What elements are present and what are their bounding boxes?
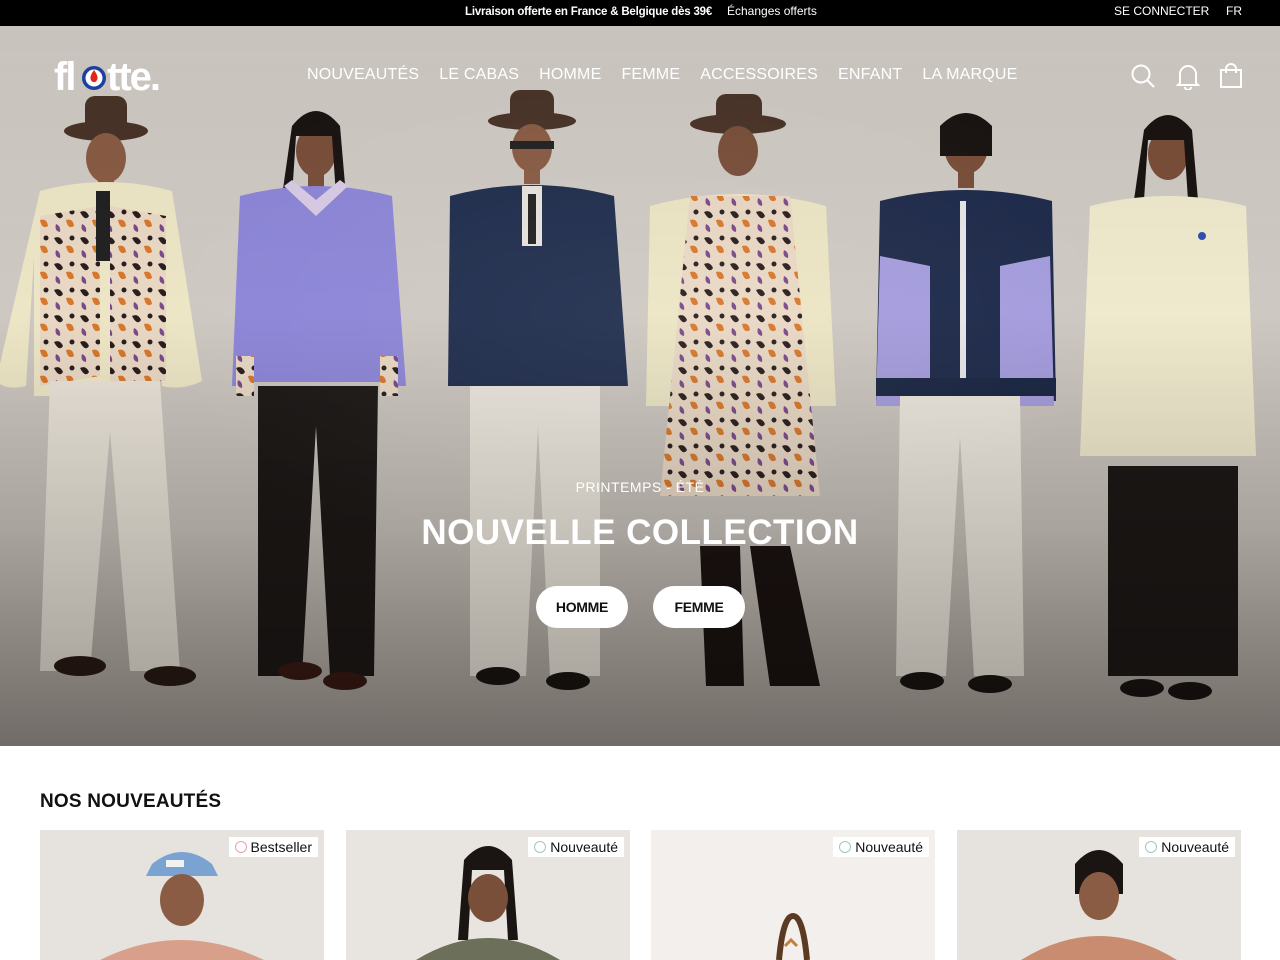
product-badge: Nouveauté [1139, 837, 1235, 857]
nav-le-cabas[interactable]: LE CABAS [439, 66, 519, 84]
svg-text:tte.: tte. [107, 56, 159, 96]
nav-enfant[interactable]: ENFANT [838, 66, 902, 84]
product-card[interactable]: Bestseller [40, 830, 324, 960]
product-badge: Bestseller [228, 837, 318, 857]
hero-banner: fl tte. NOUVEAUTÉS LE CABAS HOMME FEMME … [0, 26, 1280, 746]
badge-label: Nouveauté [1161, 839, 1229, 855]
nav-accessoires[interactable]: ACCESSOIRES [700, 66, 818, 84]
badge-label: Bestseller [250, 839, 312, 855]
nav-homme[interactable]: HOMME [539, 66, 601, 84]
flotte-logo[interactable]: fl tte. [54, 55, 169, 101]
hero-headline: NOUVELLE COLLECTION [421, 513, 859, 552]
nav-la-marque[interactable]: LA MARQUE [922, 66, 1017, 84]
badge-label: Nouveauté [855, 839, 923, 855]
login-link[interactable]: SE CONNECTER [1114, 4, 1209, 18]
product-card[interactable]: Nouveauté [957, 830, 1241, 960]
product-carousel: Bestseller Nouveauté Nouveauté Nouveauté [40, 830, 1241, 960]
bestseller-icon [234, 841, 247, 853]
language-selector[interactable]: FR [1226, 4, 1242, 18]
product-badge: Nouveauté [528, 837, 624, 857]
product-card[interactable]: Nouveauté [651, 830, 935, 960]
hero-eyebrow: PRINTEMPS - ÉTÉ [575, 479, 705, 495]
search-icon[interactable] [1130, 62, 1156, 90]
announcement-bar: Livraison offerte en France & Belgique d… [0, 0, 1280, 26]
section-title: NOS NOUVEAUTÉS [40, 791, 222, 812]
bell-icon[interactable] [1175, 62, 1201, 91]
main-nav: NOUVEAUTÉS LE CABAS HOMME FEMME ACCESSOI… [307, 66, 1018, 84]
new-icon [534, 841, 547, 853]
hero-femme-button[interactable]: FEMME [653, 586, 745, 628]
product-badge: Nouveauté [833, 837, 929, 857]
hero-overlay [0, 26, 1280, 746]
new-icon [839, 841, 852, 853]
exchange-promo: Échanges offerts [727, 4, 817, 18]
svg-text:fl: fl [54, 56, 74, 96]
hero-homme-button[interactable]: HOMME [536, 586, 628, 628]
badge-label: Nouveauté [550, 839, 618, 855]
header-actions [1130, 62, 1250, 91]
product-card[interactable]: Nouveauté [346, 830, 630, 960]
new-icon [1145, 841, 1158, 853]
shipping-promo: Livraison offerte en France & Belgique d… [465, 6, 713, 18]
bag-icon[interactable] [1218, 62, 1244, 90]
nav-nouveautes[interactable]: NOUVEAUTÉS [307, 66, 419, 84]
nav-femme[interactable]: FEMME [621, 66, 680, 84]
